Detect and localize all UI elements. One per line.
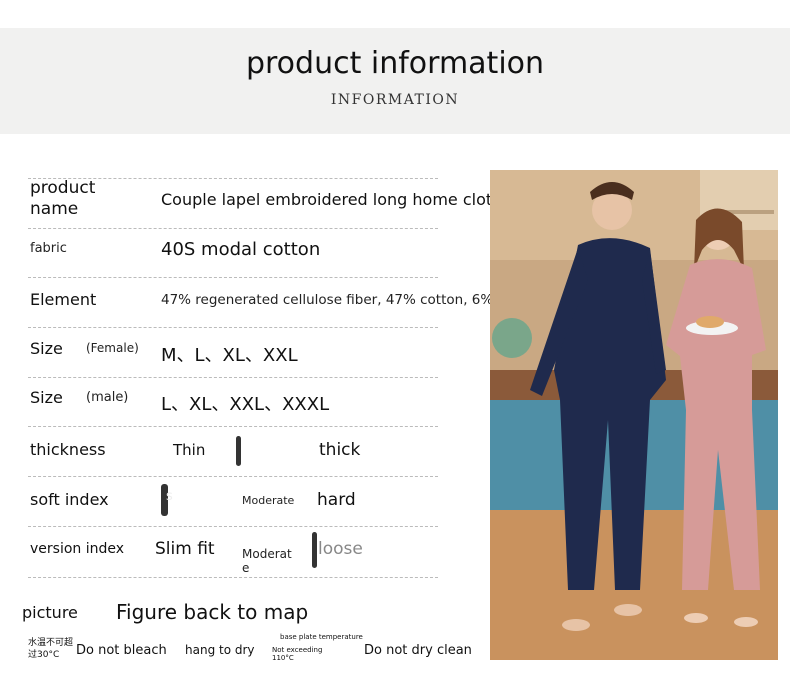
element-label: Element bbox=[30, 290, 97, 309]
row-divider bbox=[28, 228, 438, 229]
picture-value: Figure back to map bbox=[116, 600, 309, 624]
row-divider bbox=[28, 577, 438, 578]
soft-index-label: soft index bbox=[30, 490, 109, 509]
water-temp-note: 水温不可超过30°C bbox=[28, 638, 74, 660]
size-male-label: Size bbox=[30, 388, 63, 407]
product-photo bbox=[490, 170, 778, 660]
fabric-label: fabric bbox=[30, 241, 67, 256]
row-divider bbox=[28, 277, 438, 278]
version-index-middle: Moderate bbox=[242, 547, 292, 575]
soft-index-right: hard bbox=[317, 490, 356, 510]
not-exceeding-note: Not exceeding 110°C bbox=[272, 646, 323, 662]
couple-pajamas-illustration bbox=[490, 170, 778, 660]
version-index-left: Slim fit bbox=[155, 539, 215, 559]
soft-index-left: s bbox=[166, 489, 173, 504]
thickness-left: Thin bbox=[173, 441, 206, 459]
soft-index-middle: Moderate bbox=[242, 494, 295, 507]
product-name-label: product name bbox=[30, 178, 96, 219]
fabric-value: 40S modal cotton bbox=[161, 239, 321, 260]
size-male-qualifier: (male) bbox=[86, 390, 129, 405]
row-divider bbox=[28, 327, 438, 328]
no-bleach-note: Do not bleach bbox=[76, 643, 167, 658]
size-female-value: M、L、XL、XXL bbox=[161, 345, 298, 366]
page-title: product information bbox=[245, 46, 545, 81]
thickness-label: thickness bbox=[30, 440, 106, 459]
version-index-right: loose bbox=[318, 539, 363, 559]
version-index-label: version index bbox=[30, 541, 125, 557]
page-subtitle: INFORMATION bbox=[330, 92, 460, 108]
base-plate-note: base plate temperature bbox=[280, 633, 363, 641]
thickness-right: thick bbox=[319, 440, 361, 460]
row-divider bbox=[28, 426, 438, 427]
hang-dry-note: hang to dry bbox=[185, 643, 255, 657]
picture-label: picture bbox=[22, 603, 78, 622]
product-name-value: Couple lapel embroidered long home cloth… bbox=[161, 190, 521, 209]
row-divider bbox=[28, 377, 438, 378]
size-female-qualifier: (Female) bbox=[86, 341, 139, 355]
size-female-label: Size bbox=[30, 339, 63, 358]
no-dry-clean-note: Do not dry clean bbox=[364, 643, 472, 658]
header-banner: product information INFORMATION bbox=[0, 28, 790, 134]
size-male-value: L、XL、XXL、XXXL bbox=[161, 394, 330, 415]
row-divider bbox=[28, 476, 438, 477]
version-index-indicator bbox=[312, 532, 317, 568]
row-divider bbox=[28, 526, 438, 527]
thickness-indicator bbox=[236, 436, 241, 466]
